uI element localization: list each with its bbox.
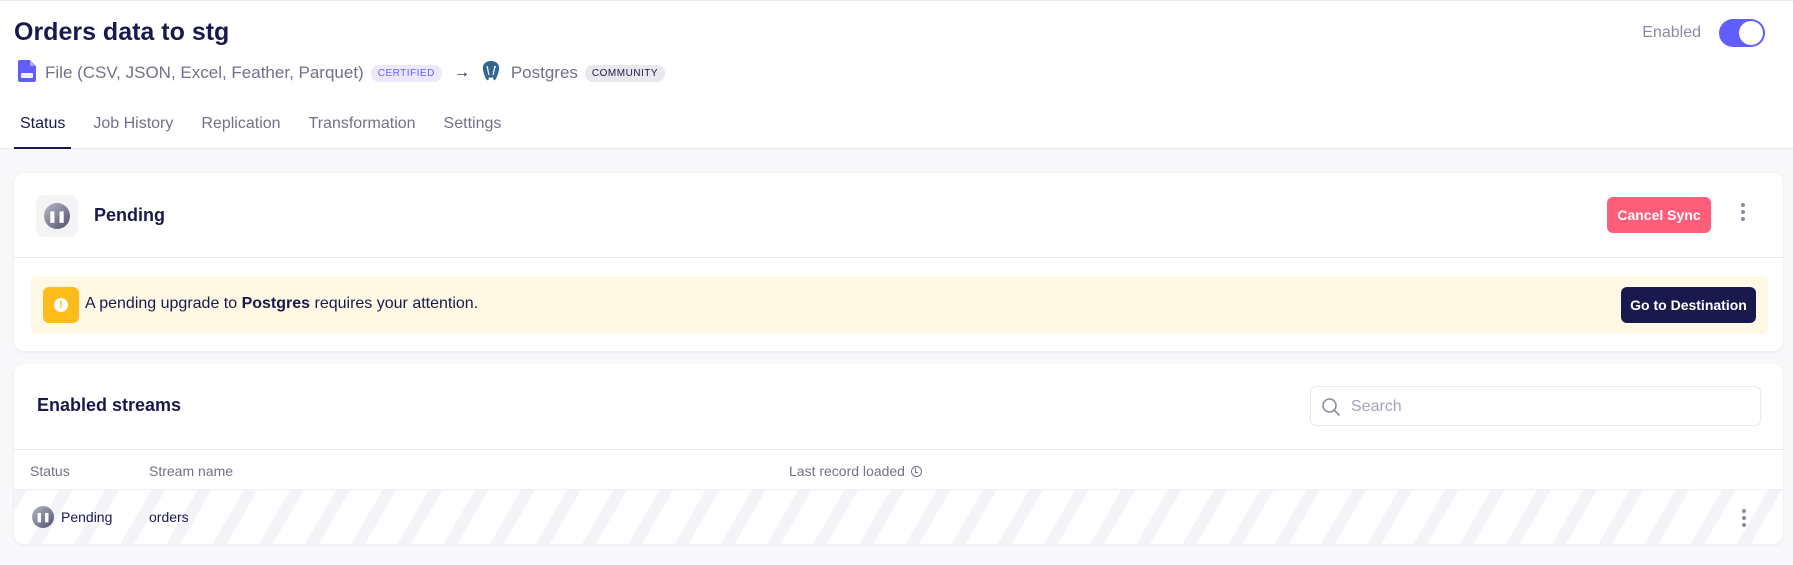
certified-badge: CERTIFIED — [370, 64, 442, 82]
enabled-streams-card: Enabled streams Status Stream name Last … — [14, 364, 1783, 544]
more-options-icon[interactable] — [1741, 203, 1745, 221]
connection-route: File (CSV, JSON, Excel, Feather, Parquet… — [18, 59, 666, 87]
clock-icon[interactable] — [910, 466, 922, 477]
streams-title: Enabled streams — [37, 395, 182, 415]
search-box — [1310, 386, 1761, 426]
row-status-text: Pending — [61, 509, 113, 525]
row-more-options-icon[interactable] — [1742, 509, 1746, 527]
enabled-label: Enabled — [1642, 24, 1701, 41]
banner-connector: Postgres — [241, 295, 311, 312]
pause-icon: ❚❚ — [32, 506, 54, 528]
cancel-sync-button[interactable]: Cancel Sync — [1607, 197, 1711, 233]
connection-header: Orders data to stg File (CSV, JSON, Exce… — [0, 1, 1793, 149]
stream-name: orders — [149, 509, 189, 525]
warning-icon: ! — [43, 287, 79, 323]
toggle-knob — [1739, 21, 1763, 45]
tab-settings[interactable]: Settings — [438, 113, 508, 149]
row-status: ❚❚ Pending — [32, 506, 112, 528]
go-to-destination-button[interactable]: Go to Destination — [1621, 287, 1756, 323]
streams-header: Enabled streams — [14, 364, 1783, 450]
tab-replication[interactable]: Replication — [195, 113, 286, 149]
pause-icon: ❚❚ — [44, 203, 70, 229]
column-header-status: Status — [30, 463, 70, 479]
tab-job-history[interactable]: Job History — [87, 113, 179, 149]
enabled-control: Enabled — [1642, 19, 1765, 47]
file-icon — [18, 59, 36, 87]
destination-name[interactable]: Postgres — [511, 63, 578, 83]
banner-prefix: A pending upgrade to — [85, 295, 242, 312]
enabled-toggle[interactable] — [1719, 19, 1765, 47]
postgres-elephant-icon — [480, 60, 502, 87]
column-header-stream-name: Stream name — [149, 463, 234, 479]
tab-status[interactable]: Status — [14, 113, 72, 149]
status-icon-box: ❚❚ — [36, 195, 78, 237]
search-icon — [1322, 398, 1340, 416]
banner-suffix: requires your attention. — [310, 295, 479, 312]
search-input[interactable] — [1351, 396, 1751, 418]
source-name[interactable]: File (CSV, JSON, Excel, Feather, Parquet… — [45, 63, 364, 83]
sync-status-card: ❚❚ Pending Cancel Sync ! A pending upgra… — [14, 173, 1783, 351]
page-title: Orders data to stg — [14, 18, 230, 46]
arrow-right-icon: → — [453, 64, 470, 81]
banner-message: A pending upgrade to Postgres requires y… — [85, 295, 478, 313]
sync-status-label: Pending — [94, 205, 165, 225]
connection-tabs: Status Job History Replication Transform… — [14, 113, 523, 149]
tab-transformation[interactable]: Transformation — [303, 113, 422, 149]
sync-status-header: ❚❚ Pending Cancel Sync — [14, 173, 1783, 258]
community-badge: COMMUNITY — [584, 64, 666, 82]
table-row[interactable]: ❚❚ Pending orders — [14, 490, 1783, 544]
status-page-content: ❚❚ Pending Cancel Sync ! A pending upgra… — [0, 149, 1793, 565]
column-header-last-record: Last record loaded — [789, 463, 922, 479]
upgrade-warning-banner: ! A pending upgrade to Postgres requires… — [31, 276, 1768, 334]
last-record-label: Last record loaded — [789, 463, 905, 479]
